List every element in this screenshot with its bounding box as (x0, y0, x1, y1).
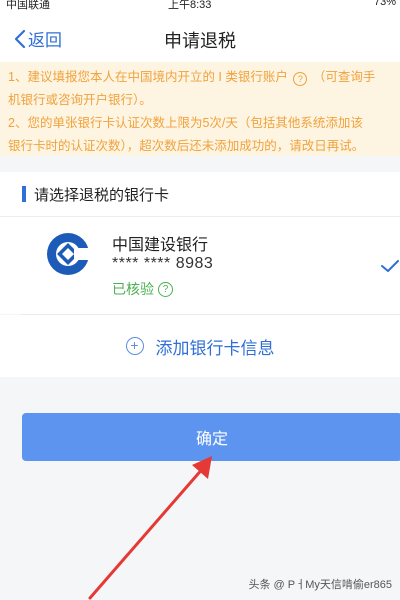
battery-label: 73% (373, 0, 396, 8)
carrier-label: 中国联通 (6, 0, 50, 11)
notice-banner: 1、建议填报您本人在中国境内开立的 I 类银行账户 ? （可查询手 机银行或咨询… (0, 62, 400, 156)
status-bar: 中国联通 上午8:33 73% (0, 0, 400, 14)
verified-label: 已核验 (112, 281, 154, 297)
section-title: 请选择退税的银行卡 (34, 187, 170, 204)
notice-line-2: 机银行或咨询开户银行）。 (8, 93, 152, 107)
bank-card-section-header: 请选择退税的银行卡 (0, 172, 400, 217)
bank-name: 中国建设银行 (112, 237, 209, 254)
help-icon[interactable]: ? (293, 72, 308, 86)
page-title: 申请退税 (164, 31, 236, 51)
ccb-bank-logo (47, 233, 90, 275)
notice-line-1-tail: （可查询手 (312, 70, 376, 84)
section-accent-bar (22, 186, 26, 202)
checkmark-icon (381, 260, 399, 272)
notice-line-4: 银行卡时的认证次数），超次数后还未添加成功的，请改日再试。 (8, 139, 365, 153)
notice-line-1-text: 1、建议填报您本人在中国境内开立的 I 类银行账户 (8, 70, 288, 84)
nav-bar: 返回 申请退税 (0, 14, 400, 63)
notice-line-3: 2、您的单张银行卡认证次数上限为5次/天（包括其他系统添加该 (8, 116, 363, 130)
notice-line-1: 1、建议填报您本人在中国境内开立的 I 类银行账户 ? （可查询手 (8, 66, 400, 89)
help-icon[interactable]: ? (158, 281, 173, 297)
card-number: **** **** 8983 (112, 255, 214, 272)
verification-status: 已核验 ? (112, 279, 173, 299)
watermark: 头条 @ PㅓMy天信啃偷er865 (248, 579, 392, 591)
add-card-label: 添加银行卡信息 (155, 338, 275, 358)
bank-card-item[interactable]: 中国建设银行 **** **** 8983 已核验 ? (0, 217, 400, 314)
confirm-button[interactable]: 确定 (22, 413, 400, 461)
add-bank-card-button[interactable]: + 添加银行卡信息 (0, 315, 400, 377)
time-label: 上午8:33 (168, 0, 212, 11)
add-circle-icon: + (125, 337, 144, 355)
